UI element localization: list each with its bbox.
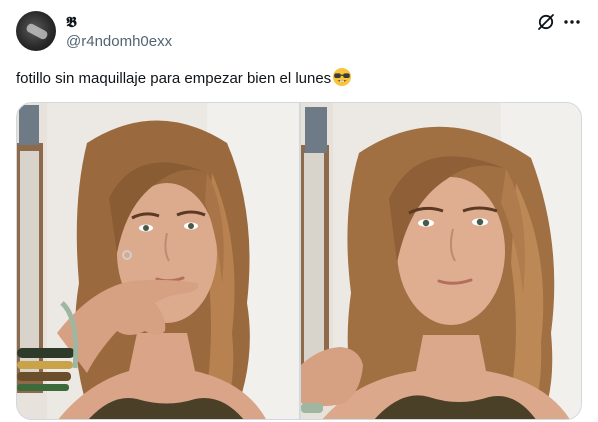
tweet-text: fotillo sin maquillaje para empezar bien… [16,67,352,89]
photo-2[interactable] [301,103,581,419]
author-name[interactable]: 𝕭 [66,13,77,31]
selfie-image-1 [17,103,299,419]
nerd-face-sunglasses-emoji-icon [333,68,352,86]
photo-1[interactable] [17,103,299,419]
tweet-text-content: fotillo sin maquillaje para empezar bien… [16,70,332,87]
author-handle[interactable]: @r4ndomh0exx [66,33,172,51]
grok-icon[interactable] [536,12,556,32]
more-icon[interactable] [562,12,582,32]
media-grid [16,102,582,420]
avatar[interactable] [16,11,56,51]
tweet-card[interactable]: 𝕭 @r4ndomh0exx fotillo sin maquillaje pa… [0,0,598,422]
selfie-image-2 [301,103,581,419]
